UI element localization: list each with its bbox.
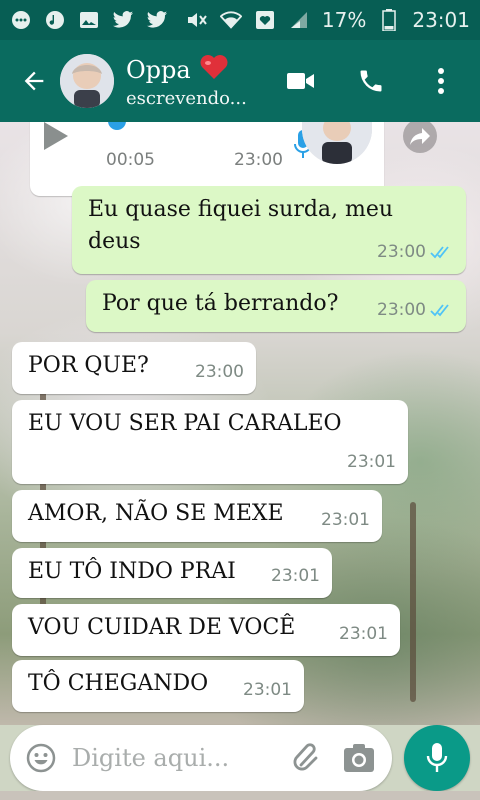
message-text: TÔ CHEGANDO bbox=[28, 671, 209, 696]
message-input[interactable]: Digite aqui... bbox=[72, 744, 290, 772]
battery-percent: 17% bbox=[321, 8, 367, 32]
message-time: 23:01 bbox=[347, 452, 396, 472]
battery-icon bbox=[378, 9, 400, 31]
signal-icon bbox=[288, 9, 310, 31]
message-text: Por que tá berrando? bbox=[102, 291, 339, 316]
message-meta: 23:01 bbox=[243, 674, 292, 706]
message-incoming[interactable]: EU VOU SER PAI CARALEO 23:01 bbox=[12, 400, 408, 484]
music-icon bbox=[44, 9, 66, 31]
phone-icon[interactable] bbox=[356, 66, 386, 96]
voice-duration: 00:05 bbox=[106, 150, 155, 170]
header-actions bbox=[286, 66, 456, 96]
voice-message[interactable]: 00:05 23:00 bbox=[30, 122, 384, 196]
message-time: 23:00 bbox=[195, 362, 244, 382]
read-ticks-icon bbox=[430, 304, 449, 317]
message-meta: 23:01 bbox=[347, 446, 396, 478]
message-text: Eu quase fiquei surda, meu deus bbox=[88, 194, 393, 258]
background-tree-trunk bbox=[410, 502, 416, 702]
message-time: 23:01 bbox=[243, 680, 292, 700]
message-time: 23:00 bbox=[377, 300, 426, 320]
message-incoming[interactable]: VOU CUIDAR DE VOCÊ 23:01 bbox=[12, 604, 400, 656]
message-incoming[interactable]: TÔ CHEGANDO 23:01 bbox=[12, 660, 304, 712]
message-text-line: Eu quase fiquei surda, meu bbox=[88, 197, 394, 222]
message-text-line: deus bbox=[88, 229, 141, 254]
status-icons-right: 17% 23:01 bbox=[186, 8, 470, 32]
microphone-icon bbox=[426, 743, 448, 772]
forward-icon[interactable] bbox=[402, 122, 438, 154]
message-time: 23:00 bbox=[377, 242, 426, 262]
message-outgoing[interactable]: Eu quase fiquei surda, meu deus 23:00 bbox=[72, 186, 466, 274]
status-bar: 17% 23:01 bbox=[0, 0, 480, 40]
message-composer[interactable]: Digite aqui... bbox=[10, 725, 392, 791]
message-meta: 23:00 bbox=[377, 294, 454, 326]
voice-time: 23:00 bbox=[234, 150, 283, 170]
read-ticks-icon bbox=[430, 246, 449, 259]
message-incoming[interactable]: POR QUE? 23:00 bbox=[12, 342, 256, 394]
message-text: EU TÔ INDO PRAI bbox=[28, 559, 236, 584]
wifi-icon bbox=[219, 9, 242, 31]
twitter-icon bbox=[112, 9, 134, 31]
message-text: EU VOU SER PAI CARALEO bbox=[28, 411, 342, 436]
video-call-icon[interactable] bbox=[286, 66, 316, 96]
mute-icon bbox=[186, 9, 208, 31]
message-meta: 23:01 bbox=[271, 560, 320, 592]
message-text: POR QUE? bbox=[28, 353, 149, 378]
clock: 23:01 bbox=[412, 8, 470, 32]
message-incoming[interactable]: AMOR, NÃO SE MEXE 23:01 bbox=[12, 490, 382, 542]
contact-status: escrevendo... bbox=[126, 87, 247, 109]
chat-icon bbox=[10, 9, 32, 31]
message-incoming[interactable]: EU TÔ INDO PRAI 23:01 bbox=[12, 548, 332, 598]
message-time: 23:01 bbox=[321, 510, 370, 530]
chat-header: Oppa escrevendo... bbox=[0, 40, 480, 122]
back-arrow-icon[interactable] bbox=[14, 40, 54, 122]
status-icons-left bbox=[10, 9, 168, 31]
contact-name-row: Oppa bbox=[126, 54, 247, 86]
message-text: AMOR, NÃO SE MEXE bbox=[28, 501, 284, 526]
message-text: VOU CUIDAR DE VOCÊ bbox=[28, 615, 296, 640]
heart-emoji-icon bbox=[199, 54, 229, 86]
contact-info[interactable]: Oppa escrevendo... bbox=[126, 54, 247, 109]
message-outgoing[interactable]: Por que tá berrando? 23:00 bbox=[86, 280, 466, 332]
avatar[interactable] bbox=[60, 54, 114, 108]
twitter-icon bbox=[146, 9, 168, 31]
background-strip bbox=[0, 791, 480, 800]
play-icon[interactable] bbox=[44, 122, 68, 150]
message-time: 23:01 bbox=[271, 566, 320, 586]
image-icon bbox=[78, 9, 100, 31]
message-meta: 23:00 bbox=[377, 236, 454, 268]
message-meta: 23:01 bbox=[321, 504, 370, 536]
emoji-icon[interactable] bbox=[24, 741, 58, 775]
more-vert-icon[interactable] bbox=[426, 66, 456, 96]
chat-area[interactable]: 00:05 23:00 Eu quase fiquei surda, meu d… bbox=[0, 122, 480, 725]
mic-button[interactable] bbox=[404, 725, 470, 791]
heart-icon bbox=[254, 9, 276, 31]
message-time: 23:01 bbox=[339, 624, 388, 644]
camera-icon[interactable] bbox=[342, 741, 376, 775]
attach-icon[interactable] bbox=[290, 741, 324, 775]
voice-progress-handle[interactable] bbox=[108, 122, 126, 130]
contact-name: Oppa bbox=[126, 55, 191, 84]
message-meta: 23:01 bbox=[339, 618, 388, 650]
message-meta: 23:00 bbox=[195, 356, 244, 388]
